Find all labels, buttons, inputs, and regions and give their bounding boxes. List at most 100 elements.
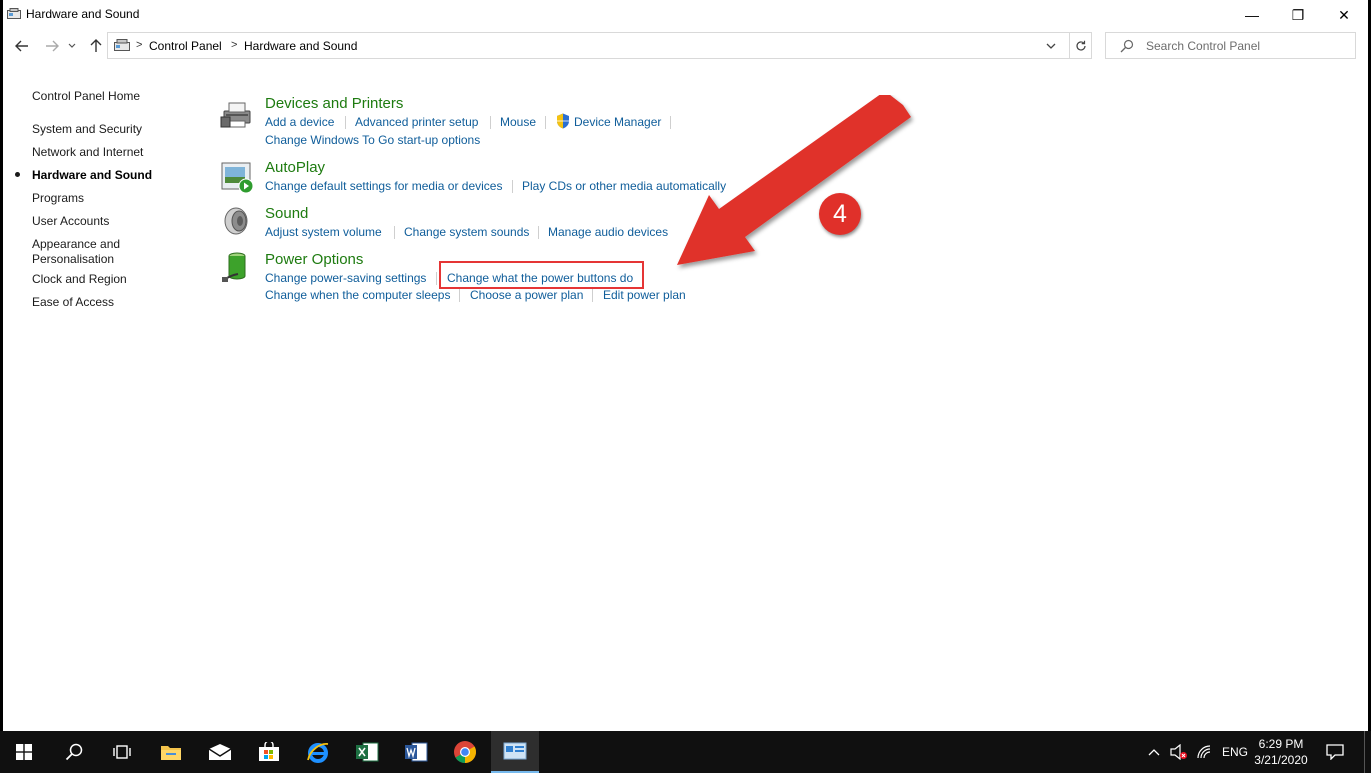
chevron-up-icon — [1148, 749, 1160, 756]
choose-power-plan-link[interactable]: Choose a power plan — [470, 288, 583, 302]
edit-power-plan-link[interactable]: Edit power plan — [603, 288, 686, 302]
up-button[interactable] — [85, 36, 107, 56]
clock[interactable]: 6:29 PM 3/21/2020 — [1250, 736, 1312, 768]
excel-button[interactable] — [343, 731, 391, 773]
word-button[interactable] — [392, 731, 440, 773]
printer-icon[interactable] — [220, 97, 254, 131]
breadcrumb-hardware-and-sound[interactable]: Hardware and Sound — [244, 39, 357, 53]
highlight-box — [439, 261, 644, 289]
search-icon — [65, 743, 83, 761]
sidebar-item-ease-of-access[interactable]: Ease of Access — [32, 295, 114, 310]
control-panel-icon — [114, 39, 130, 51]
sidebar-item-hardware-and-sound[interactable]: Hardware and Sound — [32, 168, 152, 183]
breadcrumb-control-panel[interactable]: Control Panel — [149, 39, 222, 53]
show-desktop-button[interactable] — [1364, 731, 1370, 773]
control-panel-taskbar-button[interactable] — [491, 731, 539, 773]
restore-button[interactable]: ❐ — [1275, 0, 1321, 30]
refresh-button[interactable] — [1069, 33, 1092, 58]
file-explorer-button[interactable] — [147, 731, 195, 773]
address-dropdown-button[interactable] — [1042, 37, 1060, 55]
window-title: Hardware and Sound — [26, 7, 140, 21]
control-panel-icon — [7, 8, 21, 19]
task-view-button[interactable] — [98, 731, 146, 773]
link-separator — [512, 180, 513, 193]
wifi-icon — [1197, 745, 1211, 759]
sidebar-item-label: Personalisation — [32, 252, 115, 266]
action-center-button[interactable] — [1326, 731, 1344, 773]
advanced-printer-setup-link[interactable]: Advanced printer setup — [355, 115, 478, 129]
breadcrumb-separator: > — [231, 39, 238, 51]
chrome-icon — [454, 741, 476, 763]
volume-tray-button[interactable] — [1170, 731, 1188, 773]
recent-locations-button[interactable] — [65, 36, 79, 56]
show-hidden-icons-button[interactable] — [1148, 731, 1160, 773]
word-icon — [405, 742, 428, 762]
manage-audio-devices-link[interactable]: Manage audio devices — [548, 225, 668, 239]
sidebar-item-user-accounts[interactable]: User Accounts — [32, 214, 109, 229]
adjust-system-volume-link[interactable]: Adjust system volume — [265, 225, 382, 239]
taskbar-search-button[interactable] — [50, 731, 98, 773]
autoplay-title[interactable]: AutoPlay — [265, 159, 325, 176]
forward-arrow-icon — [46, 40, 59, 52]
language-indicator[interactable]: ENG — [1222, 731, 1248, 773]
close-button[interactable]: ✕ — [1321, 0, 1367, 30]
breadcrumb-separator: > — [136, 39, 143, 51]
mail-icon — [208, 744, 232, 760]
active-indicator — [15, 172, 20, 177]
title-bar: Hardware and Sound — ❐ ✕ — [3, 0, 1368, 30]
start-button[interactable] — [0, 731, 48, 773]
sidebar-control-panel-home[interactable]: Control Panel Home — [32, 89, 140, 104]
sidebar-item-appearance[interactable]: Appearance and Personalisation — [32, 237, 120, 267]
link-separator — [436, 272, 437, 285]
link-separator — [592, 289, 593, 302]
mail-button[interactable] — [196, 731, 244, 773]
change-sleep-link[interactable]: Change when the computer sleeps — [265, 288, 450, 302]
clock-date: 3/21/2020 — [1254, 753, 1308, 767]
mouse-link[interactable]: Mouse — [500, 115, 536, 129]
chevron-down-icon — [1046, 43, 1056, 49]
sidebar-item-programs[interactable]: Programs — [32, 191, 84, 206]
file-explorer-icon — [161, 746, 181, 760]
step-badge: 4 — [819, 193, 861, 235]
speaker-icon[interactable] — [220, 205, 254, 239]
ie-button[interactable] — [294, 731, 342, 773]
battery-icon[interactable] — [220, 250, 254, 284]
language-label: ENG — [1222, 745, 1249, 759]
address-bar[interactable]: > Control Panel > Hardware and Sound — [107, 32, 1092, 59]
control-panel-window: Hardware and Sound — ❐ ✕ > Control Panel… — [3, 0, 1368, 731]
network-tray-button[interactable] — [1196, 731, 1212, 773]
link-separator — [545, 116, 546, 129]
sidebar-item-network-and-internet[interactable]: Network and Internet — [32, 145, 143, 160]
excel-icon — [356, 742, 379, 762]
back-arrow-icon — [15, 40, 28, 52]
search-box[interactable] — [1105, 32, 1356, 59]
autoplay-icon[interactable] — [220, 160, 254, 194]
restore-icon: ❐ — [1291, 6, 1305, 23]
sound-title[interactable]: Sound — [265, 205, 308, 222]
devices-and-printers-title[interactable]: Devices and Printers — [265, 95, 403, 112]
store-icon — [259, 742, 279, 761]
device-manager-link[interactable]: Device Manager — [574, 115, 661, 129]
forward-button[interactable] — [41, 36, 63, 56]
link-separator — [459, 289, 460, 302]
change-power-saving-settings-link[interactable]: Change power-saving settings — [265, 271, 426, 285]
chrome-button[interactable] — [441, 731, 489, 773]
chevron-down-icon — [68, 43, 76, 48]
taskbar: ENG 6:29 PM 3/21/2020 — [0, 731, 1371, 773]
add-a-device-link[interactable]: Add a device — [265, 115, 334, 129]
minimize-button[interactable]: — — [1229, 0, 1275, 30]
windows-to-go-link[interactable]: Change Windows To Go start-up options — [265, 133, 480, 147]
sidebar-item-system-and-security[interactable]: System and Security — [32, 122, 142, 137]
change-system-sounds-link[interactable]: Change system sounds — [404, 225, 529, 239]
back-button[interactable] — [11, 36, 33, 56]
power-options-title[interactable]: Power Options — [265, 251, 363, 268]
store-button[interactable] — [245, 731, 293, 773]
clock-time: 6:29 PM — [1258, 737, 1304, 751]
uac-shield-icon — [557, 113, 569, 129]
link-separator — [490, 116, 491, 129]
refresh-icon — [1076, 40, 1086, 51]
search-input[interactable] — [1146, 39, 1346, 53]
control-panel-icon — [503, 742, 527, 760]
change-default-media-settings-link[interactable]: Change default settings for media or dev… — [265, 179, 502, 193]
sidebar-item-clock-and-region[interactable]: Clock and Region — [32, 272, 127, 287]
